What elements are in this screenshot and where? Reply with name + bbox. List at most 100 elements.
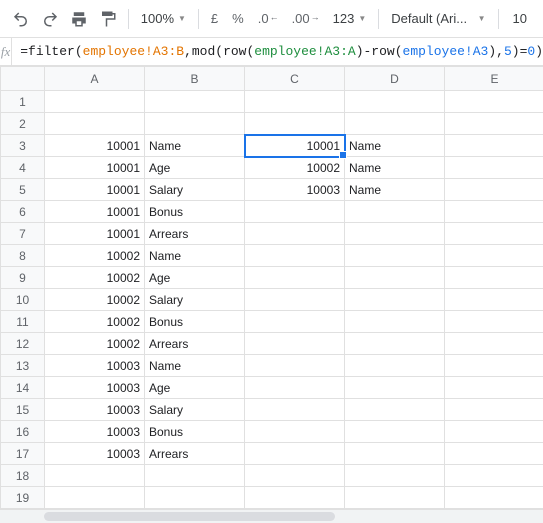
- cell-B10[interactable]: Salary: [145, 289, 245, 311]
- cell-A2[interactable]: [45, 113, 145, 135]
- cell-D15[interactable]: [345, 399, 445, 421]
- cell-C4[interactable]: 10002: [245, 157, 345, 179]
- cell-B13[interactable]: Name: [145, 355, 245, 377]
- row-header[interactable]: 11: [1, 311, 45, 333]
- cell-D11[interactable]: [345, 311, 445, 333]
- cell-E14[interactable]: [445, 377, 543, 399]
- cell-E12[interactable]: [445, 333, 543, 355]
- decrease-decimal-button[interactable]: .0 ←: [252, 6, 284, 32]
- paint-format-button[interactable]: [95, 6, 122, 32]
- cell-D17[interactable]: [345, 443, 445, 465]
- cell-D14[interactable]: [345, 377, 445, 399]
- row-header[interactable]: 3: [1, 135, 45, 157]
- cell-C19[interactable]: [245, 487, 345, 509]
- number-format-dropdown[interactable]: 123 ▼: [327, 6, 373, 32]
- row-header[interactable]: 4: [1, 157, 45, 179]
- cell-E5[interactable]: [445, 179, 543, 201]
- undo-button[interactable]: [8, 6, 35, 32]
- cell-B8[interactable]: Name: [145, 245, 245, 267]
- cell-A4[interactable]: 10001: [45, 157, 145, 179]
- print-button[interactable]: [66, 6, 93, 32]
- cell-C17[interactable]: [245, 443, 345, 465]
- cell-A14[interactable]: 10003: [45, 377, 145, 399]
- cell-E1[interactable]: [445, 91, 543, 113]
- row-header[interactable]: 7: [1, 223, 45, 245]
- row-header[interactable]: 6: [1, 201, 45, 223]
- cell-A5[interactable]: 10001: [45, 179, 145, 201]
- cell-A8[interactable]: 10002: [45, 245, 145, 267]
- cell-B9[interactable]: Age: [145, 267, 245, 289]
- cell-D13[interactable]: [345, 355, 445, 377]
- cell-A17[interactable]: 10003: [45, 443, 145, 465]
- cell-D16[interactable]: [345, 421, 445, 443]
- cell-E18[interactable]: [445, 465, 543, 487]
- row-header[interactable]: 14: [1, 377, 45, 399]
- row-header[interactable]: 9: [1, 267, 45, 289]
- col-header-B[interactable]: B: [145, 67, 245, 91]
- cell-E4[interactable]: [445, 157, 543, 179]
- cell-C12[interactable]: [245, 333, 345, 355]
- cell-B6[interactable]: Bonus: [145, 201, 245, 223]
- cell-C9[interactable]: [245, 267, 345, 289]
- cell-B12[interactable]: Arrears: [145, 333, 245, 355]
- cell-D12[interactable]: [345, 333, 445, 355]
- cell-A10[interactable]: 10002: [45, 289, 145, 311]
- cell-D2[interactable]: [345, 113, 445, 135]
- cell-C1[interactable]: [245, 91, 345, 113]
- cell-B3[interactable]: Name: [145, 135, 245, 157]
- col-header-E[interactable]: E: [445, 67, 543, 91]
- cell-C5[interactable]: 10003: [245, 179, 345, 201]
- cell-B19[interactable]: [145, 487, 245, 509]
- cell-C11[interactable]: [245, 311, 345, 333]
- cell-C8[interactable]: [245, 245, 345, 267]
- row-header[interactable]: 16: [1, 421, 45, 443]
- cell-B7[interactable]: Arrears: [145, 223, 245, 245]
- cell-E13[interactable]: [445, 355, 543, 377]
- cell-D18[interactable]: [345, 465, 445, 487]
- cell-C3[interactable]: 10001: [245, 135, 345, 157]
- cell-C2[interactable]: [245, 113, 345, 135]
- cell-E15[interactable]: [445, 399, 543, 421]
- cell-B15[interactable]: Salary: [145, 399, 245, 421]
- cell-D1[interactable]: [345, 91, 445, 113]
- percent-button[interactable]: %: [226, 6, 250, 32]
- cell-D7[interactable]: [345, 223, 445, 245]
- cell-C10[interactable]: [245, 289, 345, 311]
- col-header-D[interactable]: D: [345, 67, 445, 91]
- cell-D6[interactable]: [345, 201, 445, 223]
- cell-B18[interactable]: [145, 465, 245, 487]
- currency-button[interactable]: £: [205, 6, 224, 32]
- cell-E10[interactable]: [445, 289, 543, 311]
- cell-C6[interactable]: [245, 201, 345, 223]
- increase-decimal-button[interactable]: .00 →: [286, 6, 325, 32]
- cell-A1[interactable]: [45, 91, 145, 113]
- cell-B2[interactable]: [145, 113, 245, 135]
- formula-input[interactable]: =filter(employee!A3:B,mod(row(employee!A…: [12, 44, 543, 59]
- cell-D10[interactable]: [345, 289, 445, 311]
- row-header[interactable]: 10: [1, 289, 45, 311]
- cell-A19[interactable]: [45, 487, 145, 509]
- cell-C14[interactable]: [245, 377, 345, 399]
- cell-E8[interactable]: [445, 245, 543, 267]
- horizontal-scrollbar[interactable]: [0, 509, 543, 523]
- cell-B4[interactable]: Age: [145, 157, 245, 179]
- cell-D4[interactable]: Name: [345, 157, 445, 179]
- font-size-field[interactable]: 10: [505, 6, 535, 32]
- row-header[interactable]: 13: [1, 355, 45, 377]
- redo-button[interactable]: [37, 6, 64, 32]
- select-all-corner[interactable]: [1, 67, 45, 91]
- cell-A18[interactable]: [45, 465, 145, 487]
- cell-A12[interactable]: 10002: [45, 333, 145, 355]
- cell-A13[interactable]: 10003: [45, 355, 145, 377]
- cell-C18[interactable]: [245, 465, 345, 487]
- cell-E17[interactable]: [445, 443, 543, 465]
- cell-E19[interactable]: [445, 487, 543, 509]
- cell-D3[interactable]: Name: [345, 135, 445, 157]
- zoom-dropdown[interactable]: 100% ▼: [135, 6, 192, 32]
- cell-D9[interactable]: [345, 267, 445, 289]
- cell-A11[interactable]: 10002: [45, 311, 145, 333]
- cell-C13[interactable]: [245, 355, 345, 377]
- cell-B11[interactable]: Bonus: [145, 311, 245, 333]
- row-header[interactable]: 19: [1, 487, 45, 509]
- row-header[interactable]: 2: [1, 113, 45, 135]
